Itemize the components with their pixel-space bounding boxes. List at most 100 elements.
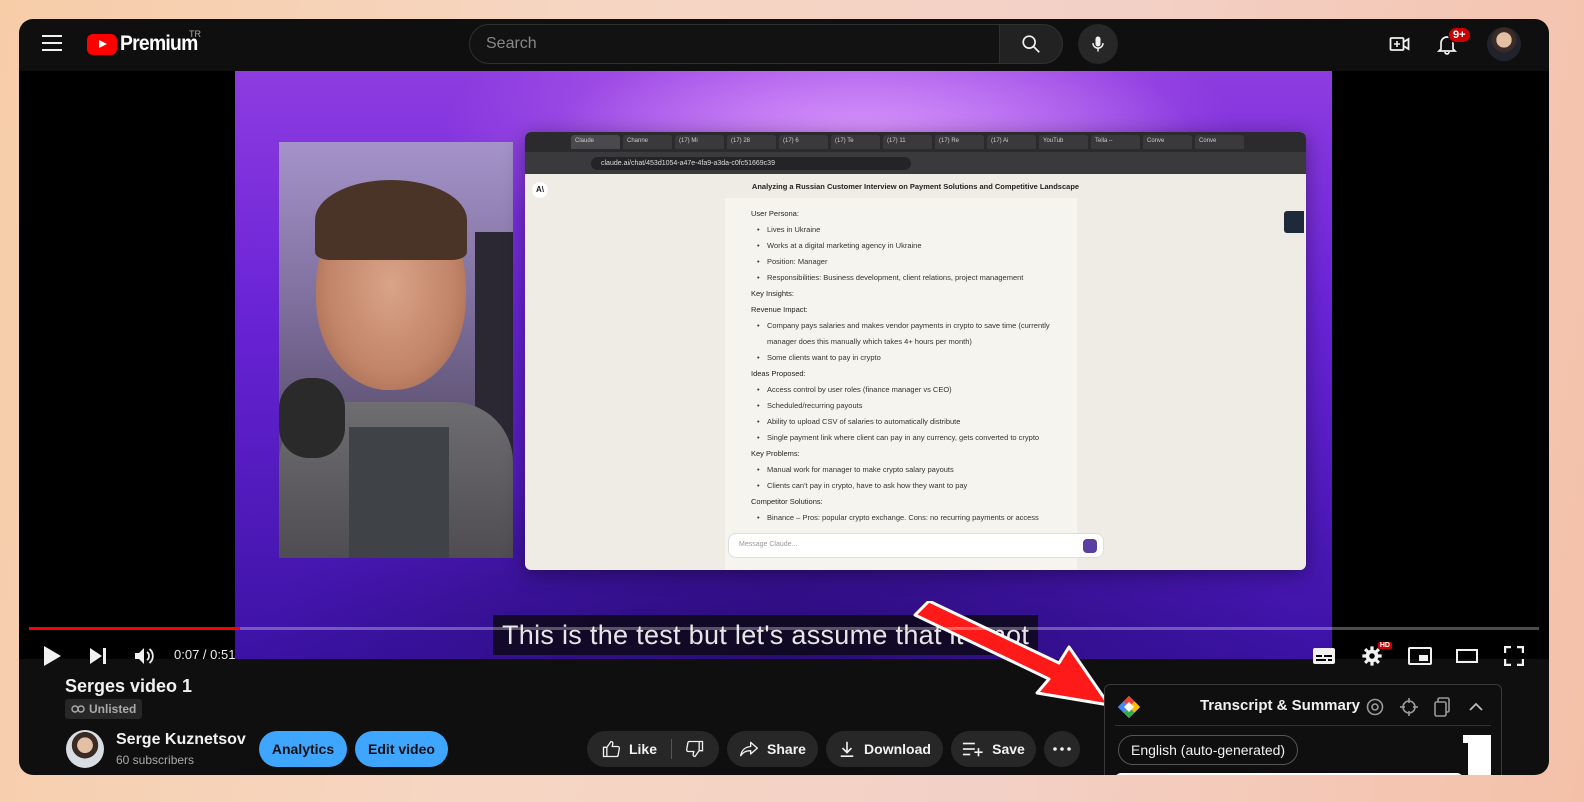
dislike-button[interactable]	[673, 731, 717, 767]
menu-icon[interactable]	[42, 35, 62, 53]
chat-bullet: Binance – Pros: popular crypto exchange.…	[751, 510, 1061, 526]
browser-tab: (17) Te	[831, 135, 880, 149]
share-icon	[740, 741, 759, 757]
save-button[interactable]: Save	[951, 731, 1036, 767]
unlisted-badge: Unlisted	[65, 699, 143, 719]
theater-mode-button[interactable]	[1450, 641, 1484, 671]
browser-tab: (17) 6	[779, 135, 828, 149]
link-icon	[71, 705, 85, 713]
chat-bullet: Single payment link where client can pay…	[751, 430, 1061, 446]
time-display: 0:07 / 0:51	[174, 647, 236, 662]
mute-button[interactable]	[127, 641, 161, 671]
channel-name[interactable]: Serge Kuznetsov	[116, 731, 246, 749]
youtube-logo[interactable]: Premium	[87, 32, 204, 56]
chat-section-heading: Key Insights:	[751, 289, 794, 298]
browser-tab: (17) Mi	[675, 135, 724, 149]
browser-url: claude.ai/chat/453d1054-a47e-4fa9-a3da-c…	[591, 156, 911, 170]
message-placeholder: Message Claude...	[739, 541, 798, 548]
browser-url-bar: claude.ai/chat/453d1054-a47e-4fa9-a3da-c…	[525, 152, 1306, 174]
progress-bar[interactable]	[29, 627, 1539, 630]
like-button[interactable]: Like	[587, 731, 671, 767]
chat-section-heading: Ideas Proposed:	[751, 369, 806, 378]
next-button[interactable]	[81, 641, 115, 671]
more-horizontal-icon	[1053, 747, 1071, 751]
share-label: Share	[767, 741, 806, 757]
analytics-button[interactable]: Analytics	[259, 731, 347, 767]
masthead: Premium TR 9+	[19, 19, 1549, 71]
play-button[interactable]	[35, 641, 69, 671]
webcam-overlay	[279, 142, 513, 558]
send-icon	[1083, 539, 1097, 553]
notifications-button[interactable]: 9+	[1434, 27, 1471, 57]
play-icon	[44, 646, 61, 666]
message-input: Message Claude...	[728, 533, 1104, 558]
voice-search-button[interactable]	[1078, 24, 1118, 64]
browser-tab: (17) Ai	[987, 135, 1036, 149]
browser-tab: (17) Re	[935, 135, 984, 149]
download-label: Download	[864, 741, 931, 757]
chat-section-heading: Competitor Solutions:	[751, 497, 823, 506]
download-icon	[840, 741, 854, 758]
search-input[interactable]	[470, 25, 999, 63]
browser-tab: Conve	[1195, 135, 1244, 149]
channel-avatar[interactable]	[66, 730, 104, 768]
extension-title: Transcript & Summary	[1199, 697, 1361, 714]
country-code: TR	[189, 29, 201, 39]
copy-icon	[1434, 697, 1450, 717]
chat-bullet: Manual work for manager to make crypto s…	[751, 462, 1061, 478]
like-dislike-group: Like	[587, 731, 719, 767]
video-plus-icon	[1389, 37, 1410, 51]
copy-button[interactable]	[1433, 697, 1451, 722]
crosshair-icon	[1400, 698, 1418, 716]
chat-bullet: Lives in Ukraine	[751, 222, 1061, 238]
language-selector[interactable]: English (auto-generated)	[1118, 735, 1299, 765]
visibility-label: Unlisted	[89, 702, 137, 716]
browser-tabs: Claude Channe (17) Mi (17) 28 (17) 6 (17) Te(…	[525, 132, 1306, 152]
volume-icon	[135, 648, 154, 664]
subscriber-count: 60 subscribers	[116, 753, 195, 767]
transcript-list	[1115, 773, 1463, 775]
more-actions-button[interactable]	[1044, 731, 1080, 767]
collapse-button[interactable]	[1467, 698, 1485, 721]
chat-bullet: Responsibilities: Business development, …	[751, 270, 1061, 286]
chat-content: User Persona: Lives in UkraineWorks at a …	[725, 198, 1077, 570]
miniplayer-button[interactable]	[1403, 641, 1437, 671]
search-button[interactable]	[1000, 24, 1063, 64]
search-icon	[1022, 35, 1040, 53]
browser-tab: Conve	[1143, 135, 1192, 149]
browser-tab: Claude	[571, 135, 620, 149]
browser-tab: YouTub	[1039, 135, 1088, 149]
lightning-icon	[1284, 211, 1304, 233]
video-title: Serges video 1	[65, 676, 193, 696]
transcript-scroll-area[interactable]	[1463, 735, 1491, 775]
share-button[interactable]: Share	[727, 731, 818, 767]
account-avatar[interactable]	[1487, 27, 1521, 61]
notification-badge: 9+	[1448, 27, 1471, 43]
chat-title: Analyzing a Russian Customer Interview o…	[751, 182, 1080, 191]
locate-button[interactable]	[1399, 697, 1419, 722]
playlist-add-icon	[963, 742, 983, 757]
miniplayer-icon	[1408, 647, 1432, 665]
chat-bullet: Ability to upload CSV of salaries to aut…	[751, 414, 1061, 430]
download-button[interactable]: Download	[826, 731, 943, 767]
theater-icon	[1456, 649, 1478, 663]
chat-section-heading: User Persona:	[751, 209, 799, 218]
openai-button[interactable]	[1365, 697, 1385, 722]
transcript-extension-panel: Transcript & Summary English (auto-gener…	[1104, 684, 1502, 775]
settings-button[interactable]: HD	[1355, 641, 1392, 671]
save-label: Save	[992, 741, 1025, 757]
edit-video-button[interactable]: Edit video	[355, 731, 448, 767]
chat-bullet: Works at a digital marketing agency in U…	[751, 238, 1061, 254]
microphone-icon	[1092, 36, 1104, 52]
chevron-up-icon	[1469, 702, 1483, 711]
video-player[interactable]: Claude Channe (17) Mi (17) 28 (17) 6 (17) Te(…	[19, 71, 1549, 707]
fullscreen-button[interactable]	[1497, 641, 1531, 671]
subtitles-button[interactable]	[1307, 641, 1341, 671]
hd-badge: HD	[1377, 642, 1392, 649]
logo-text: Premium	[120, 32, 198, 55]
browser-tab: Channe	[623, 135, 672, 149]
create-button[interactable]	[1387, 31, 1413, 57]
chat-bullet: Scheduled/recurring payouts	[751, 398, 1061, 414]
browser-tab: (17) 11	[883, 135, 932, 149]
browser-tab: (17) 28	[727, 135, 776, 149]
